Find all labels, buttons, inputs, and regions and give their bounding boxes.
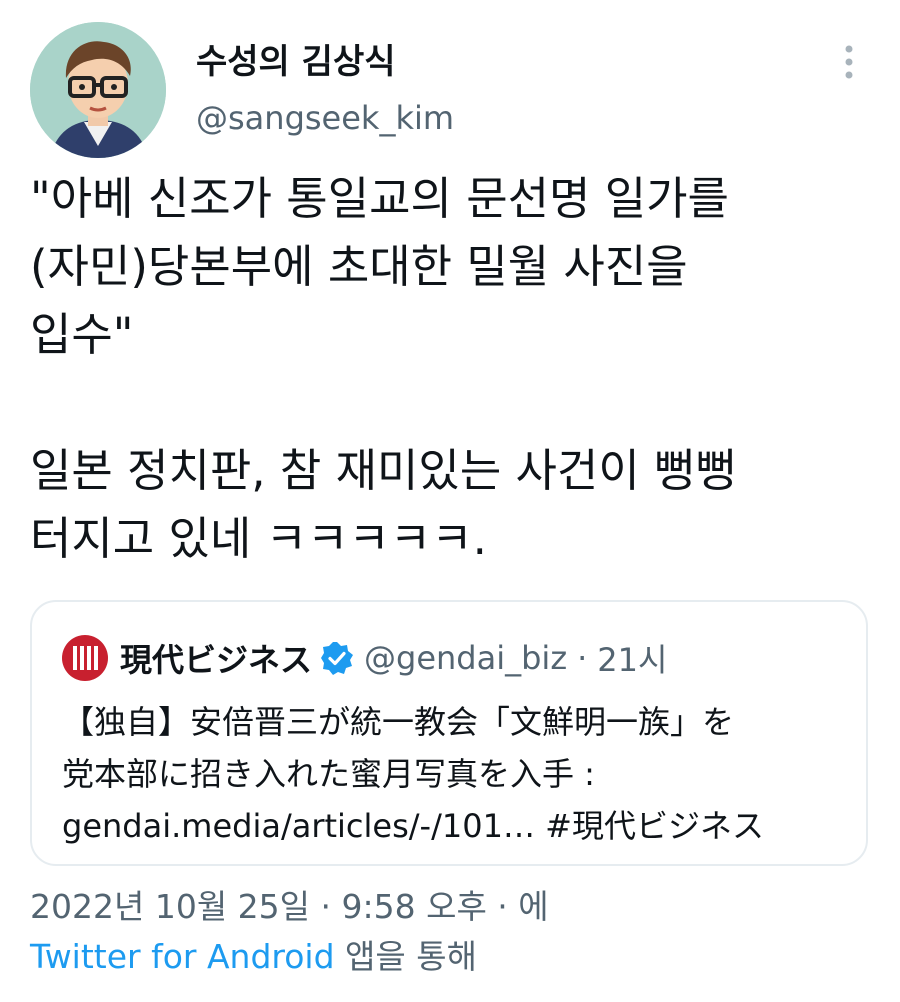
quoted-handle: @gendai_biz (364, 639, 568, 677)
quoted-separator: · (577, 639, 588, 677)
tweet-timestamp[interactable]: 2022년 10월 25일 · 9:58 오후 · 에 (30, 882, 549, 932)
tweet-text: "아베 신조가 통일교의 문선명 일가를 (자민)당본부에 초대한 밀월 사진을… (30, 165, 875, 573)
tweet-text-line: (자민)당본부에 초대한 밀월 사진을 (30, 240, 688, 293)
tweet-text-line: 입수" (30, 308, 134, 361)
verified-badge-icon (321, 642, 354, 675)
more-vertical-icon (845, 45, 853, 79)
author-handle[interactable]: @sangseek_kim (196, 96, 454, 140)
quoted-text-line: 【独自】安倍晋三が統一教会「文鮮明一族」を (62, 703, 735, 741)
tweet-text-line: "아베 신조가 통일교의 문선명 일가를 (30, 172, 729, 225)
author-display-name[interactable]: 수성의 김상식 (196, 40, 396, 84)
source-suffix: 앱을 통해 (334, 937, 477, 976)
gendai-logo-icon (62, 635, 108, 681)
quoted-tweet-header: 現代ビジネス @gendai_biz · 21시 (62, 634, 667, 682)
tweet-source: Twitter for Android 앱을 통해 (30, 932, 477, 982)
quoted-display-name: 現代ビジネス (120, 641, 313, 679)
tweet-text-line: 터지고 있네 ㅋㅋㅋㅋㅋ. (30, 512, 487, 565)
source-app-link[interactable]: Twitter for Android (30, 937, 335, 976)
tweet-text-line: 일본 정치판, 참 재미있는 사건이 뻥뻥 (30, 444, 737, 497)
quoted-timestamp: 21시 (597, 641, 668, 679)
quoted-tweet-card[interactable]: 現代ビジネス @gendai_biz · 21시 【独自】安倍晋三が統一教会「文… (30, 600, 868, 866)
cartoon-avatar-icon (30, 22, 166, 158)
author-avatar[interactable] (30, 22, 166, 158)
quoted-text-line: 党本部に招き入れた蜜月写真を入手 : (62, 755, 595, 793)
more-options-button[interactable] (834, 40, 864, 84)
quoted-tweet-text: 【独自】安倍晋三が統一教会「文鮮明一族」を 党本部に招き入れた蜜月写真を入手 :… (62, 696, 852, 852)
quoted-text-line: gendai.media/articles/-/101… #現代ビジネス (62, 807, 764, 845)
